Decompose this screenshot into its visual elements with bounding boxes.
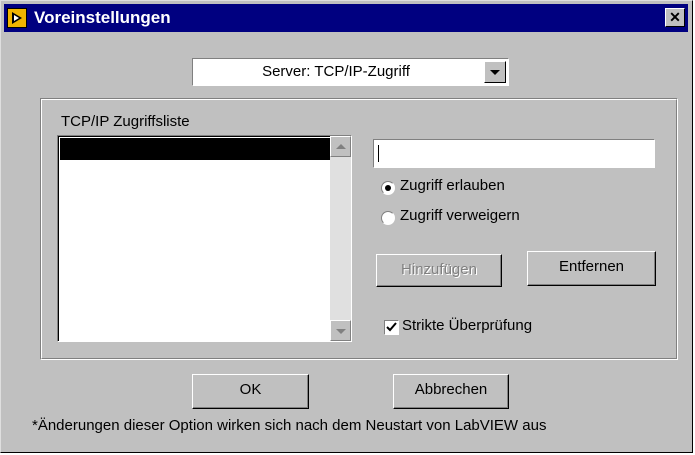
add-button[interactable]: Hinzufügen <box>376 254 502 287</box>
close-button[interactable]: ✕ <box>665 8 685 27</box>
address-input[interactable] <box>373 139 655 168</box>
scroll-down-arrow-icon <box>336 329 346 334</box>
add-button-label: Hinzufügen <box>401 261 477 278</box>
scroll-up-arrow-icon <box>336 144 346 149</box>
remove-button-label: Entfernen <box>558 258 625 275</box>
remove-button[interactable]: Entfernen <box>527 251 656 286</box>
radio-deny-label: Zugriff verweigern <box>400 207 520 224</box>
radio-selected-dot <box>385 185 391 191</box>
close-icon: ✕ <box>669 9 681 25</box>
cancel-button-label: Abbrechen <box>414 381 488 398</box>
radio-allow-label: Zugriff erlauben <box>400 177 505 194</box>
restart-footnote: *Änderungen dieser Option wirken sich na… <box>32 417 547 434</box>
access-list-scrollbar[interactable] <box>330 136 351 341</box>
access-list-label: TCP/IP Zugriffsliste <box>61 113 190 130</box>
ok-button[interactable]: OK <box>192 374 309 409</box>
ok-button-label: OK <box>239 381 262 398</box>
radio-button[interactable] <box>381 211 395 225</box>
scroll-up-button[interactable] <box>330 136 351 157</box>
scroll-down-button[interactable] <box>330 320 351 341</box>
labview-icon <box>7 8 27 28</box>
checkmark-icon <box>386 322 397 332</box>
access-list[interactable] <box>57 135 352 342</box>
checkbox[interactable] <box>384 320 399 335</box>
list-item-selected[interactable] <box>60 138 330 160</box>
radio-button[interactable] <box>381 181 395 195</box>
text-caret <box>378 145 379 162</box>
cancel-button[interactable]: Abbrechen <box>393 374 509 409</box>
dropdown-arrow-button[interactable] <box>484 61 506 83</box>
category-dropdown-value: Server: TCP/IP-Zugriff <box>262 63 410 80</box>
category-dropdown[interactable]: Server: TCP/IP-Zugriff <box>192 58 509 86</box>
strict-check-label: Strikte Überprüfung <box>402 317 533 334</box>
chevron-down-icon <box>490 70 500 75</box>
window-title: Voreinstellungen <box>34 8 171 27</box>
title-bar[interactable]: Voreinstellungen ✕ <box>4 4 688 32</box>
